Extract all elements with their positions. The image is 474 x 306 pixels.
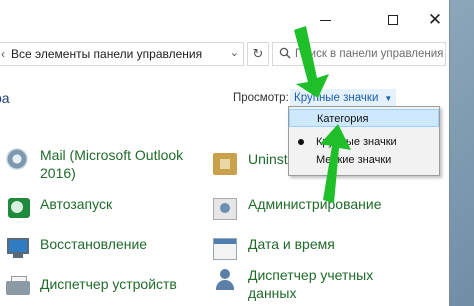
- address-bar[interactable]: ‹ Все элементы панели управления ⌄: [0, 42, 244, 66]
- chevron-down-icon: ▼: [384, 93, 393, 103]
- search-input[interactable]: [295, 48, 445, 60]
- menu-item-category[interactable]: Категория: [289, 109, 439, 127]
- mail-settings-icon: [2, 146, 32, 172]
- menu-item-label: Мелкие значки: [316, 154, 392, 166]
- minimize-button[interactable]: [302, 10, 348, 30]
- item-mail[interactable]: Mail (Microsoft Outlook 2016): [2, 146, 183, 182]
- control-panel-window: ✕ ‹ Все элементы панели управления ⌄ ↻ р…: [0, 0, 450, 306]
- item-label: Mail (Microsoft Outlook: [40, 147, 184, 163]
- maximize-icon: [388, 15, 398, 25]
- menu-item-label: Крупные значки: [316, 136, 397, 148]
- uninstall-icon: [210, 150, 240, 176]
- autoplay-icon: [2, 195, 32, 221]
- item-credential-manager[interactable]: Диспетчер учетных данных: [210, 266, 373, 302]
- item-recovery[interactable]: Восстановление: [2, 235, 147, 271]
- item-label: Диспетчер учетных: [248, 267, 374, 283]
- item-device-manager[interactable]: Диспетчер устройств: [2, 275, 177, 306]
- item-label-line2: данных: [248, 285, 297, 301]
- menu-item-large-icons[interactable]: Крупные значки: [289, 133, 439, 151]
- view-mode-select[interactable]: Крупные значки ▼: [290, 89, 397, 107]
- page-title-fragment: ра: [0, 90, 10, 106]
- close-icon: ✕: [427, 10, 443, 29]
- date-time-icon: [210, 235, 240, 261]
- search-icon: [279, 47, 291, 62]
- item-autoplay[interactable]: Автозапуск: [2, 195, 112, 231]
- view-mode-menu: Категория Крупные значки Мелкие значки: [288, 106, 440, 176]
- item-label: Восстановление: [40, 236, 148, 252]
- item-label: Автозапуск: [40, 196, 113, 212]
- breadcrumb-separator: ‹: [1, 47, 5, 61]
- refresh-icon: ↻: [252, 46, 264, 61]
- view-mode-value: Крупные значки: [294, 92, 379, 104]
- search-box[interactable]: [272, 42, 446, 66]
- menu-item-small-icons[interactable]: Мелкие значки: [289, 151, 439, 169]
- minimize-icon: [319, 19, 331, 21]
- navigation-bar: ‹ Все элементы панели управления ⌄ ↻: [0, 40, 449, 68]
- item-label: Дата и время: [248, 236, 335, 252]
- item-label: Администрирование: [248, 196, 382, 212]
- item-uninstall[interactable]: Uninsta: [210, 150, 295, 186]
- view-label: Просмотр:: [233, 92, 289, 104]
- menu-item-label: Категория: [317, 113, 369, 125]
- device-manager-icon: [2, 275, 32, 301]
- selected-bullet-icon: [298, 139, 304, 145]
- recovery-icon: [2, 235, 32, 261]
- close-button[interactable]: ✕: [412, 10, 449, 30]
- item-label-line2: 2016): [40, 165, 76, 181]
- maximize-button[interactable]: [370, 10, 416, 30]
- refresh-button[interactable]: ↻: [247, 42, 269, 66]
- item-label: Диспетчер устройств: [40, 276, 177, 292]
- administration-icon: [210, 195, 240, 221]
- item-administration[interactable]: Администрирование: [210, 195, 382, 231]
- title-bar: ✕: [0, 0, 449, 38]
- chevron-down-icon[interactable]: ⌄: [230, 46, 239, 59]
- credential-manager-icon: [210, 266, 240, 292]
- breadcrumb-path[interactable]: Все элементы панели управления: [11, 47, 202, 61]
